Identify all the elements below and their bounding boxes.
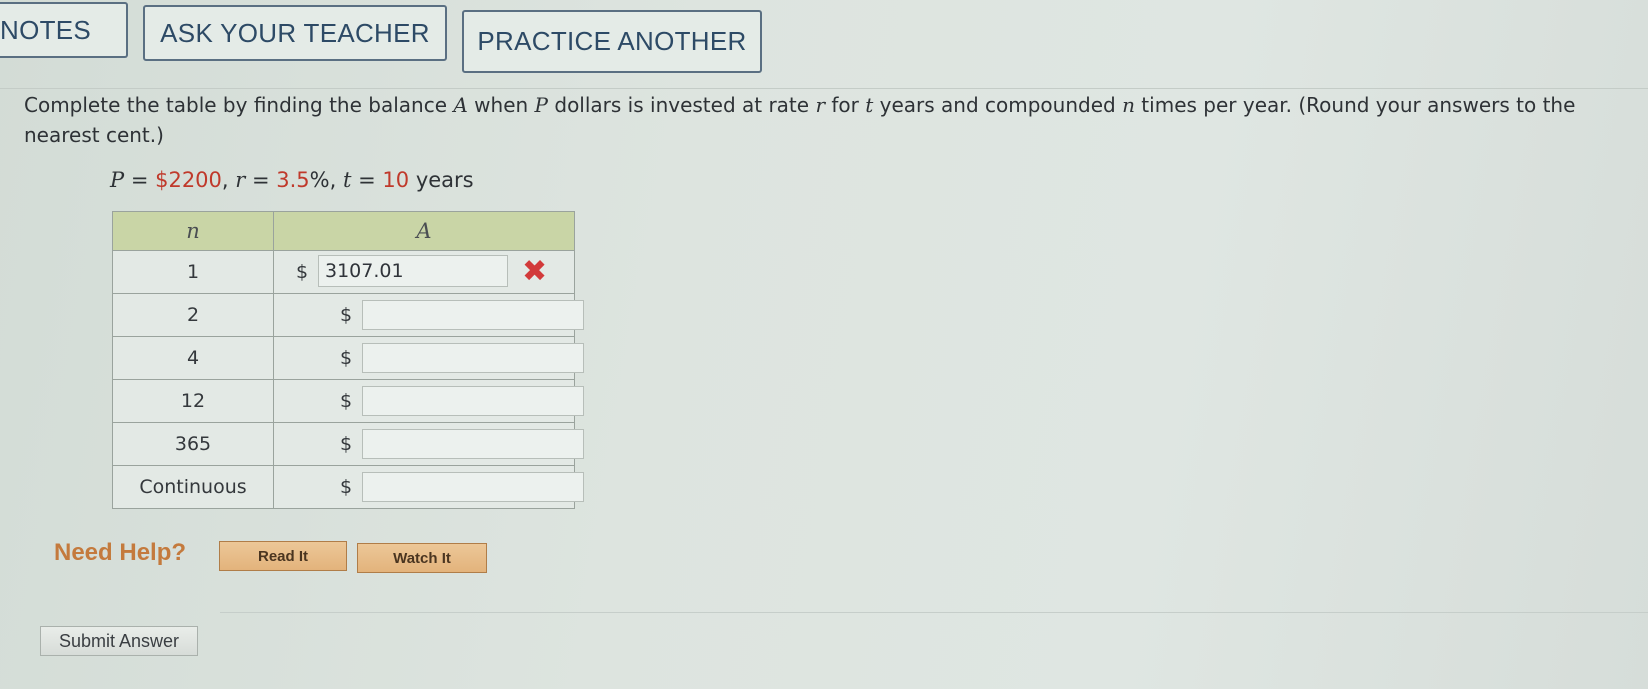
dollar-sign: $ <box>296 261 309 283</box>
answer-input[interactable] <box>362 300 584 330</box>
need-help-label: Need Help? <box>54 539 187 566</box>
header-a: A <box>273 211 575 251</box>
dollar-sign: $ <box>340 390 353 412</box>
table-row: 365 $ <box>112 422 584 466</box>
submit-answer-label: Submit Answer <box>58 630 180 651</box>
equals-sign: = <box>124 168 156 192</box>
variable-p: P <box>534 93 549 117</box>
equals-sign: = <box>351 168 383 192</box>
section-divider <box>220 612 1648 613</box>
question-text-part: for <box>825 93 866 117</box>
n-cell: 365 <box>112 422 274 466</box>
practice-another-label: PRACTICE ANOTHER <box>477 26 747 56</box>
param-r-label: r <box>235 168 246 192</box>
answer-cell: $ 3107.01 ✖ <box>273 250 575 294</box>
question-text-part: years and compounded <box>873 93 1123 117</box>
incorrect-x-icon: ✖ <box>522 254 548 289</box>
table-row: 4 $ <box>112 336 584 380</box>
answer-input[interactable] <box>362 429 584 459</box>
question-text-part: dollars is invested at rate <box>548 93 816 117</box>
watch-it-label: Watch It <box>393 549 451 567</box>
answer-cell: $ <box>273 336 584 380</box>
answer-input[interactable] <box>362 386 584 416</box>
param-r-unit: % <box>309 168 330 192</box>
equals-sign: = <box>245 168 277 192</box>
submit-answer-button[interactable]: Submit Answer <box>40 626 198 656</box>
header-n: n <box>112 211 274 251</box>
n-cell: 2 <box>112 293 274 337</box>
table-header-row: n A <box>112 211 575 251</box>
ask-teacher-label: ASK YOUR TEACHER <box>160 17 430 48</box>
param-r-value: 3.5 <box>276 168 310 192</box>
param-t-unit: years <box>409 168 474 192</box>
answer-cell: $ <box>273 422 584 466</box>
table-row: 2 $ <box>112 293 584 337</box>
dollar-sign: $ <box>340 304 353 326</box>
dollar-sign: $ <box>340 347 353 369</box>
dollar-sign: $ <box>340 433 353 455</box>
compound-interest-table: n A 1 $ 3107.01 ✖ 2 $ 4 $ 12 $ 365 $ Con… <box>112 211 584 509</box>
answer-input[interactable] <box>362 343 584 373</box>
read-it-button[interactable]: Read It <box>219 541 347 571</box>
question-text-part: when <box>467 93 535 117</box>
practice-another-button[interactable]: PRACTICE ANOTHER <box>462 10 762 73</box>
table-row: 1 $ 3107.01 ✖ <box>112 250 575 294</box>
variable-a: A <box>453 93 468 117</box>
dollar-sign: $ <box>340 476 353 498</box>
table-row: Continuous $ <box>112 465 584 509</box>
question-text: Complete the table by finding the balanc… <box>24 90 1644 150</box>
answer-cell: $ <box>273 293 584 337</box>
read-it-label: Read It <box>257 547 308 565</box>
table-row: 12 $ <box>112 379 584 423</box>
watch-it-button[interactable]: Watch It <box>357 543 487 573</box>
answer-input[interactable]: 3107.01 <box>318 255 508 287</box>
param-t-value: 10 <box>382 168 410 192</box>
answer-cell: $ <box>273 379 584 423</box>
notes-button[interactable]: NOTES <box>0 2 128 58</box>
param-p-label: P <box>110 168 125 192</box>
answer-cell: $ <box>273 465 584 509</box>
variable-n: n <box>1122 93 1135 117</box>
ask-teacher-button[interactable]: ASK YOUR TEACHER <box>143 5 447 61</box>
answer-input[interactable] <box>362 472 584 502</box>
n-cell: 12 <box>112 379 274 423</box>
n-cell: 4 <box>112 336 274 380</box>
question-text-part: Complete the table by finding the balanc… <box>24 93 454 117</box>
given-parameters: P = $2200, r = 3.5%, t = 10 years <box>110 168 474 192</box>
header-divider <box>0 88 1648 89</box>
n-cell: 1 <box>112 250 274 294</box>
param-p-value: $2200 <box>155 168 222 192</box>
n-cell: Continuous <box>112 465 274 509</box>
variable-r: r <box>815 93 825 117</box>
notes-label: NOTES <box>0 14 92 45</box>
